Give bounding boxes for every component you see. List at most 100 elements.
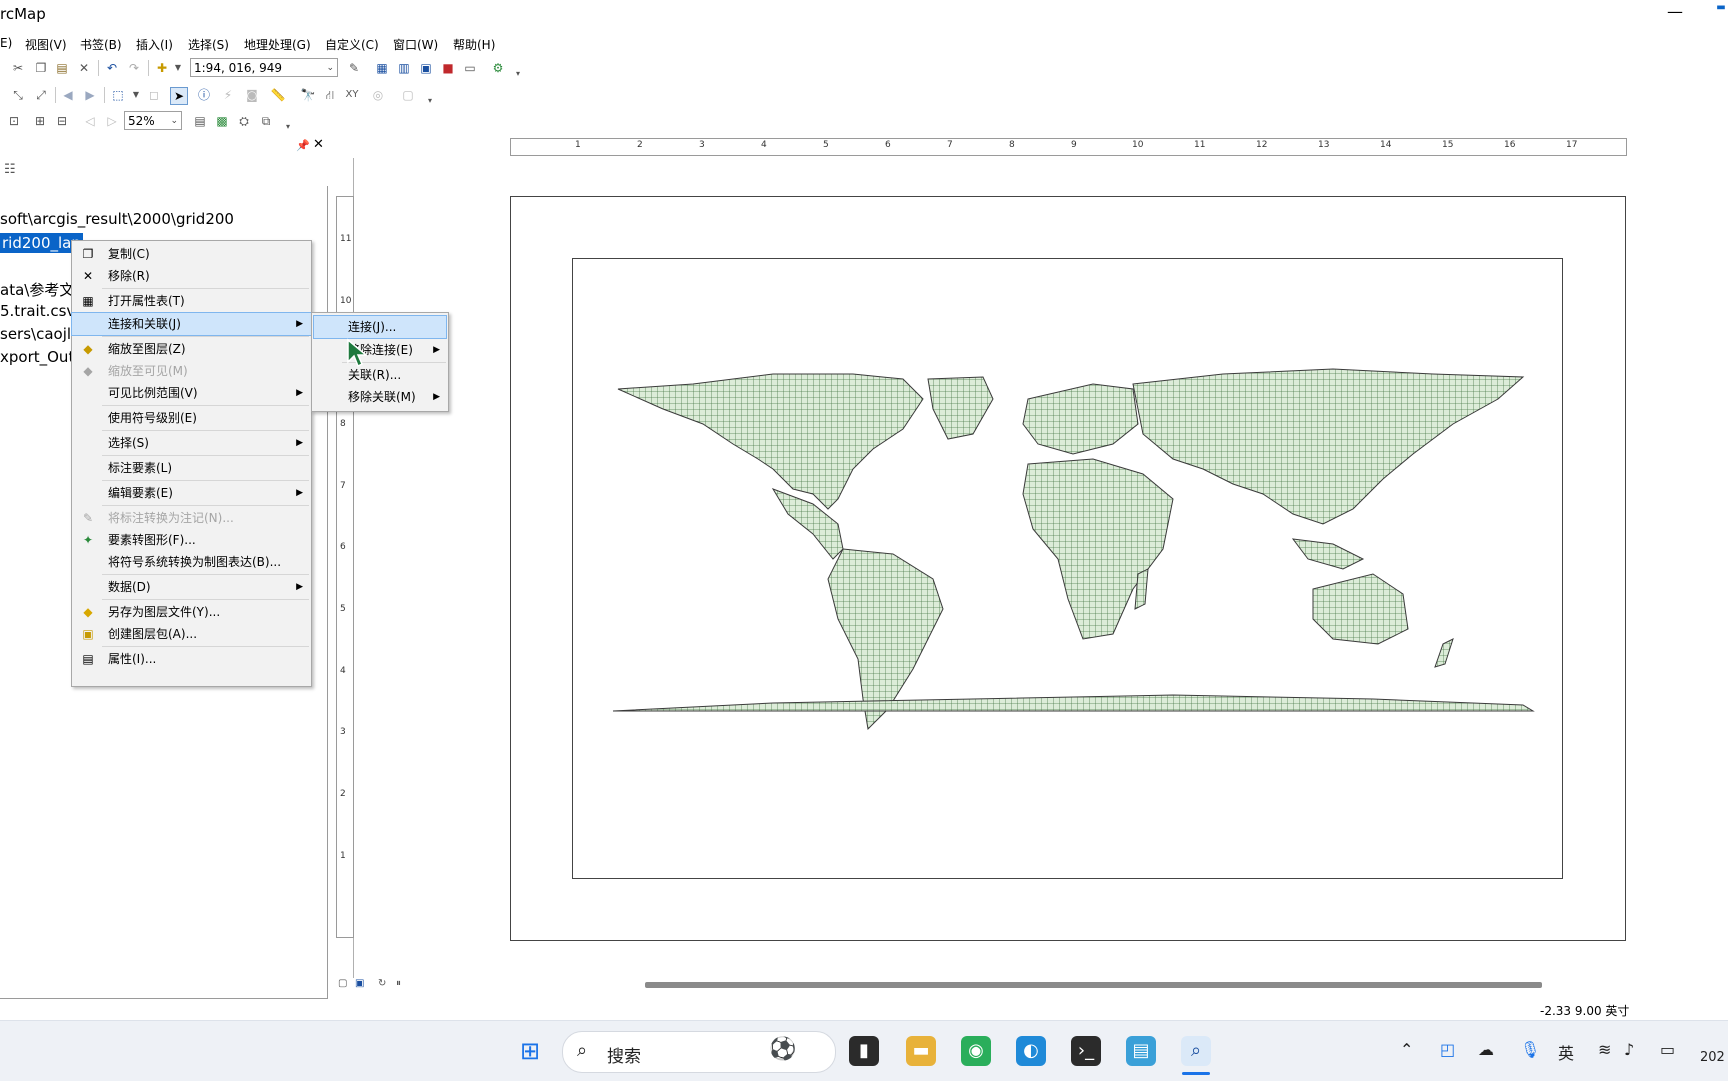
close-icon[interactable]: ✕: [313, 137, 324, 152]
pin-icon[interactable]: 📌: [296, 139, 310, 152]
taskbar-search[interactable]: ⌕ 搜索 ⚽: [562, 1031, 836, 1073]
menu-item-label-features[interactable]: 标注要素(L): [72, 457, 311, 479]
menu-item-joins-relates[interactable]: 连接和关联(J) ▶: [71, 312, 312, 336]
battery-icon[interactable]: ▭: [1660, 1040, 1675, 1059]
menu-item-convert-labels[interactable]: ✎ 将标注转换为注记(N)...: [72, 507, 311, 529]
copy-tool-icon[interactable]: ❐: [33, 60, 49, 76]
menu-item-edit-features[interactable]: 编辑要素(E) ▶: [72, 482, 311, 504]
table-of-contents-icon[interactable]: ▦: [374, 60, 390, 76]
add-data-icon[interactable]: ✚: [154, 60, 170, 76]
toolbar-options-2-icon[interactable]: ▾: [422, 93, 438, 109]
edge-icon[interactable]: ◐: [1016, 1036, 1046, 1066]
minimize-button[interactable]: —: [1652, 2, 1698, 26]
find-route-icon[interactable]: ⛙: [322, 87, 338, 103]
menu-selection[interactable]: 选择(S): [188, 36, 229, 53]
redo-icon[interactable]: ↷: [126, 60, 142, 76]
focus-data-frame-icon[interactable]: ▩: [214, 113, 230, 129]
menu-bookmarks[interactable]: 书签(B): [80, 36, 122, 53]
task-view-icon[interactable]: ▮: [849, 1036, 879, 1066]
submenu-item-remove-join[interactable]: 移除连接(E) ▶: [312, 339, 448, 361]
forward-layout-icon[interactable]: ▷: [104, 113, 120, 129]
scale-combobox[interactable]: 1:94, 016, 949 ⌄: [190, 58, 338, 77]
refresh-icon[interactable]: ↻: [378, 978, 386, 989]
menu-item-selection[interactable]: 选择(S) ▶: [72, 432, 311, 454]
toc-trait-csv[interactable]: 5.trait.csv: [0, 302, 75, 320]
hyperlink-icon[interactable]: ⚡: [220, 87, 236, 103]
menu-item-zoom-to-layer[interactable]: ◆ 缩放至图层(Z): [72, 338, 311, 360]
add-data-dropdown-icon[interactable]: ▼: [170, 60, 186, 76]
menu-item-data[interactable]: 数据(D) ▶: [72, 576, 311, 598]
model-builder-icon[interactable]: ⚙: [490, 60, 506, 76]
start-icon[interactable]: ⊞: [515, 1036, 545, 1066]
menu-item-convert-to-graphics[interactable]: ✦ 要素转图形(F)...: [72, 529, 311, 551]
catalog-icon[interactable]: ▥: [396, 60, 412, 76]
create-viewer-icon[interactable]: ▢: [400, 87, 416, 103]
cut-icon[interactable]: ✂: [10, 60, 26, 76]
microphone-icon[interactable]: 🎙: [1520, 1040, 1540, 1059]
menu-item-save-as-layer-file[interactable]: ◆ 另存为图层文件(Y)...: [72, 601, 311, 623]
notepad-icon[interactable]: ▤: [1126, 1036, 1156, 1066]
arcmap-icon[interactable]: ⌕: [1181, 1036, 1211, 1066]
forward-extent-icon[interactable]: ▶: [82, 87, 98, 103]
delete-icon[interactable]: ✕: [76, 60, 92, 76]
clock[interactable]: 202: [1700, 1050, 1725, 1065]
zoom-combobox[interactable]: 52% ⌄: [124, 111, 182, 130]
select-features-icon[interactable]: ⬚: [110, 87, 126, 103]
menu-item-visible-scale-range[interactable]: 可见比例范围(V) ▶: [72, 382, 311, 404]
wifi-icon[interactable]: ≋: [1598, 1040, 1611, 1059]
data-view-toggle-icon[interactable]: ▣: [355, 978, 364, 989]
security-icon[interactable]: ◰: [1440, 1040, 1455, 1059]
toc-path-reference[interactable]: ata\参考文: [0, 279, 74, 300]
html-popup-icon[interactable]: ◙: [244, 87, 260, 103]
back-extent-icon[interactable]: ◀: [60, 87, 76, 103]
submenu-item-remove-relate[interactable]: 移除关联(M) ▶: [312, 386, 448, 408]
arctoolbox-icon[interactable]: ■: [440, 60, 456, 76]
clear-selection-icon[interactable]: ◻: [146, 87, 162, 103]
back-layout-icon[interactable]: ◁: [82, 113, 98, 129]
change-layout-icon[interactable]: ⛭: [236, 113, 252, 129]
measure-icon[interactable]: 📏: [270, 87, 286, 103]
undo-icon[interactable]: ↶: [104, 60, 120, 76]
menu-view[interactable]: 视图(V): [25, 36, 67, 53]
search-window-icon[interactable]: ▣: [418, 60, 434, 76]
onedrive-icon[interactable]: ☁: [1478, 1040, 1494, 1059]
menu-edit[interactable]: E): [0, 36, 12, 50]
go-to-xy-icon[interactable]: XY: [344, 87, 360, 103]
menu-geoprocessing[interactable]: 地理处理(G): [244, 36, 311, 53]
toc-path-users[interactable]: sers\caojl\: [0, 325, 76, 343]
pause-drawing-icon[interactable]: ⏸: [396, 978, 401, 989]
wechat-icon[interactable]: ◉: [961, 1036, 991, 1066]
zoom-whole-page-icon[interactable]: ⊡: [6, 113, 22, 129]
layout-view-toggle-icon[interactable]: ▢: [338, 978, 347, 989]
menu-item-use-symbol-levels[interactable]: 使用符号级别(E): [72, 407, 311, 429]
submenu-item-join[interactable]: 连接(J)...: [313, 315, 447, 339]
menu-item-open-attribute-table[interactable]: ▦ 打开属性表(T): [72, 290, 311, 312]
fixed-zoom-in-icon[interactable]: ⤡: [10, 87, 26, 103]
list-by-drawing-order-icon[interactable]: ☷: [4, 162, 16, 177]
menu-item-create-layer-package[interactable]: ▣ 创建图层包(A)...: [72, 623, 311, 645]
select-elements-icon[interactable]: ➤: [170, 87, 188, 105]
python-window-icon[interactable]: ▭: [462, 60, 478, 76]
menu-item-properties[interactable]: ▤ 属性(I)...: [72, 648, 311, 670]
ime-indicator[interactable]: 英: [1558, 1040, 1574, 1064]
menu-help[interactable]: 帮助(H): [453, 36, 495, 53]
data-frame[interactable]: [572, 258, 1563, 879]
toc-path-grid200[interactable]: soft\arcgis_result\2000\grid200: [0, 210, 234, 228]
horizontal-scrollbar[interactable]: [645, 982, 1542, 988]
toolbar-options-3-icon[interactable]: ▾: [280, 119, 296, 135]
restore-button[interactable]: ▬: [1698, 2, 1728, 26]
find-icon[interactable]: 🔭: [300, 87, 316, 103]
menu-item-remove[interactable]: ✕ 移除(R): [72, 265, 311, 287]
volume-icon[interactable]: ♪: [1624, 1040, 1634, 1059]
fixed-zoom-out-icon[interactable]: ⤢: [33, 87, 49, 103]
menu-customize[interactable]: 自定义(C): [325, 36, 379, 53]
terminal-icon[interactable]: ›_: [1071, 1036, 1101, 1066]
time-slider-icon[interactable]: ◎: [370, 87, 386, 103]
zoom-100-icon[interactable]: ⊞: [32, 113, 48, 129]
submenu-item-relate[interactable]: 关联(R)...: [312, 364, 448, 386]
menu-insert[interactable]: 插入(I): [136, 36, 173, 53]
paste-icon[interactable]: ▤: [54, 60, 70, 76]
toolbar-options-icon[interactable]: ▾: [510, 66, 526, 82]
identify-icon[interactable]: ⓘ: [196, 87, 212, 103]
menu-item-convert-symbology[interactable]: 将符号系统转换为制图表达(B)...: [72, 551, 311, 573]
